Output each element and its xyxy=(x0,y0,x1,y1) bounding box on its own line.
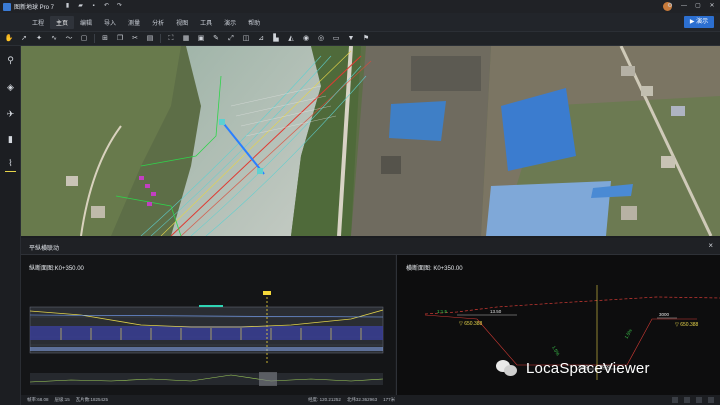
chart-icon[interactable]: ▙ xyxy=(271,34,281,44)
panel-header: 平纵横联动 × xyxy=(21,238,720,255)
toolbar-divider xyxy=(94,34,95,43)
title-bar: 图新地球 Pro 7 ▮ ▰ ▪ ↶ ↷ ⚙ — ▢ ✕ xyxy=(0,0,720,13)
settings-icon[interactable]: ⚙ xyxy=(666,2,674,10)
overview-strip xyxy=(30,373,383,385)
map-imagery xyxy=(21,46,720,236)
menu-bar: 工程 主页 编辑 导入 测量 分析 视图 工具 演示 帮助 ▶ 演示 xyxy=(0,13,720,31)
menu-presentation[interactable]: 演示 xyxy=(218,16,242,29)
menu-analysis[interactable]: 分析 xyxy=(146,16,170,29)
flight-icon[interactable]: ✈ xyxy=(5,109,16,120)
active-indicator xyxy=(5,171,16,172)
bookmark-tool-icon[interactable]: ▼ xyxy=(346,34,356,44)
maximize-icon[interactable]: ▢ xyxy=(694,2,702,10)
status-toggle-icon[interactable] xyxy=(696,397,702,403)
status-fps: 帧率:68.08 xyxy=(27,397,49,402)
menu-project[interactable]: 工程 xyxy=(26,16,50,29)
cut-icon[interactable]: ✂ xyxy=(130,34,140,44)
analysis-chart-icon[interactable]: ⌇ xyxy=(5,158,16,169)
open-folder-icon[interactable]: ▰ xyxy=(77,3,84,10)
menu-measure[interactable]: 测量 xyxy=(122,16,146,29)
chat-logo-icon xyxy=(496,360,518,377)
ground-profile xyxy=(424,296,720,315)
redo-icon[interactable]: ↷ xyxy=(116,3,123,10)
target-icon[interactable]: ◎ xyxy=(316,34,326,44)
pan-hand-icon[interactable]: ✋ xyxy=(4,34,14,44)
fit-icon[interactable]: ⛶ xyxy=(166,34,176,44)
elev-label-right: ▽ 650.388 xyxy=(675,322,699,328)
curve-icon[interactable]: 〜 xyxy=(64,34,74,44)
expand-icon[interactable]: ⤢ xyxy=(226,34,236,44)
left-sidebar: ⚲ ◈ ✈ ▮ ⌇ xyxy=(0,46,21,405)
layers-icon[interactable]: ◈ xyxy=(5,82,16,93)
slope-label: 1:1.5 xyxy=(437,309,448,314)
profile-row-labels xyxy=(30,347,383,351)
capture-icon[interactable]: ▭ xyxy=(331,34,341,44)
search-icon[interactable]: ⚲ xyxy=(5,55,16,66)
longitudinal-profile: 纵断面图:K0+350.00 xyxy=(21,255,395,395)
profile-chart xyxy=(29,291,384,386)
point-icon[interactable]: ✦ xyxy=(34,34,44,44)
status-bar: 帧率:68.08 层级:15 瓦片数:1825425 经度: 120.21252… xyxy=(21,395,720,405)
menu-edit[interactable]: 编辑 xyxy=(74,16,98,29)
select-arrow-icon[interactable]: ➚ xyxy=(19,34,29,44)
status-toggle-icon[interactable] xyxy=(672,397,678,403)
bookmark-icon[interactable]: ▮ xyxy=(5,134,16,145)
map-view[interactable] xyxy=(21,46,720,236)
watermark: LocaSpaceViewer xyxy=(496,360,650,377)
globe-icon[interactable]: ◉ xyxy=(301,34,311,44)
menu-tools[interactable]: 工具 xyxy=(194,16,218,29)
menu-home[interactable]: 主页 xyxy=(50,15,75,29)
dim-label: 13.50 xyxy=(490,309,502,314)
profile-band xyxy=(30,326,383,340)
menu-view[interactable]: 视图 xyxy=(170,16,194,29)
menu-import[interactable]: 导入 xyxy=(98,16,122,29)
status-toggle-icon[interactable] xyxy=(708,397,714,403)
elev-label-left: ▽ 650.388 xyxy=(459,321,483,327)
save-icon[interactable]: ▪ xyxy=(90,3,97,10)
slope-label: 1.5% xyxy=(551,345,560,356)
overview-viewport xyxy=(259,372,277,386)
close-panel-icon[interactable]: × xyxy=(708,241,713,250)
book-icon[interactable]: ▤ xyxy=(145,34,155,44)
status-latitude: 北纬32.362963 xyxy=(346,397,378,402)
new-file-icon[interactable]: ▮ xyxy=(64,3,71,10)
status-level: 层级:15 xyxy=(54,397,70,402)
watermark-text: LocaSpaceViewer xyxy=(526,360,650,377)
status-altitude: 177米 xyxy=(383,397,396,402)
add-icon[interactable]: ⊞ xyxy=(100,34,110,44)
toolbar-divider xyxy=(160,34,161,43)
app-logo-icon xyxy=(3,2,11,11)
layers-tool-icon[interactable]: ◫ xyxy=(241,34,251,44)
structure-marker xyxy=(199,305,223,307)
rectangle-icon[interactable]: ▢ xyxy=(79,34,89,44)
menu-help[interactable]: 帮助 xyxy=(242,16,266,29)
close-icon[interactable]: ✕ xyxy=(708,2,716,10)
grid-icon[interactable]: ▦ xyxy=(181,34,191,44)
panel-title: 平纵横联动 xyxy=(29,246,60,252)
station-marker-handle xyxy=(263,291,271,295)
status-toggle-icon[interactable] xyxy=(684,397,690,403)
polyline-icon[interactable]: ∿ xyxy=(49,34,59,44)
status-tiles: 瓦片数:1825425 xyxy=(75,397,109,402)
minimize-icon[interactable]: — xyxy=(680,2,688,10)
image-icon[interactable]: ▣ xyxy=(196,34,206,44)
toolbar: ✋ ➚ ✦ ∿ 〜 ▢ ⊞ ❐ ✂ ▤ ⛶ ▦ ▣ ✎ ⤢ ◫ ⊿ ▙ ◭ ◉ … xyxy=(0,31,720,46)
app-title: 图新地球 Pro 7 xyxy=(14,5,55,11)
status-longitude: 经度: 120.21252 xyxy=(308,397,341,402)
pen-icon[interactable]: ✎ xyxy=(211,34,221,44)
terrain-icon[interactable]: ◭ xyxy=(286,34,296,44)
slope-label: 1.5% xyxy=(624,328,633,339)
ruler-icon[interactable]: ⊿ xyxy=(256,34,266,44)
dim-label: 3000 xyxy=(659,312,670,317)
present-button[interactable]: ▶ 演示 xyxy=(684,16,714,28)
flag-icon[interactable]: ⚑ xyxy=(361,34,371,44)
undo-icon[interactable]: ↶ xyxy=(103,3,110,10)
copy-icon[interactable]: ❐ xyxy=(115,34,125,44)
